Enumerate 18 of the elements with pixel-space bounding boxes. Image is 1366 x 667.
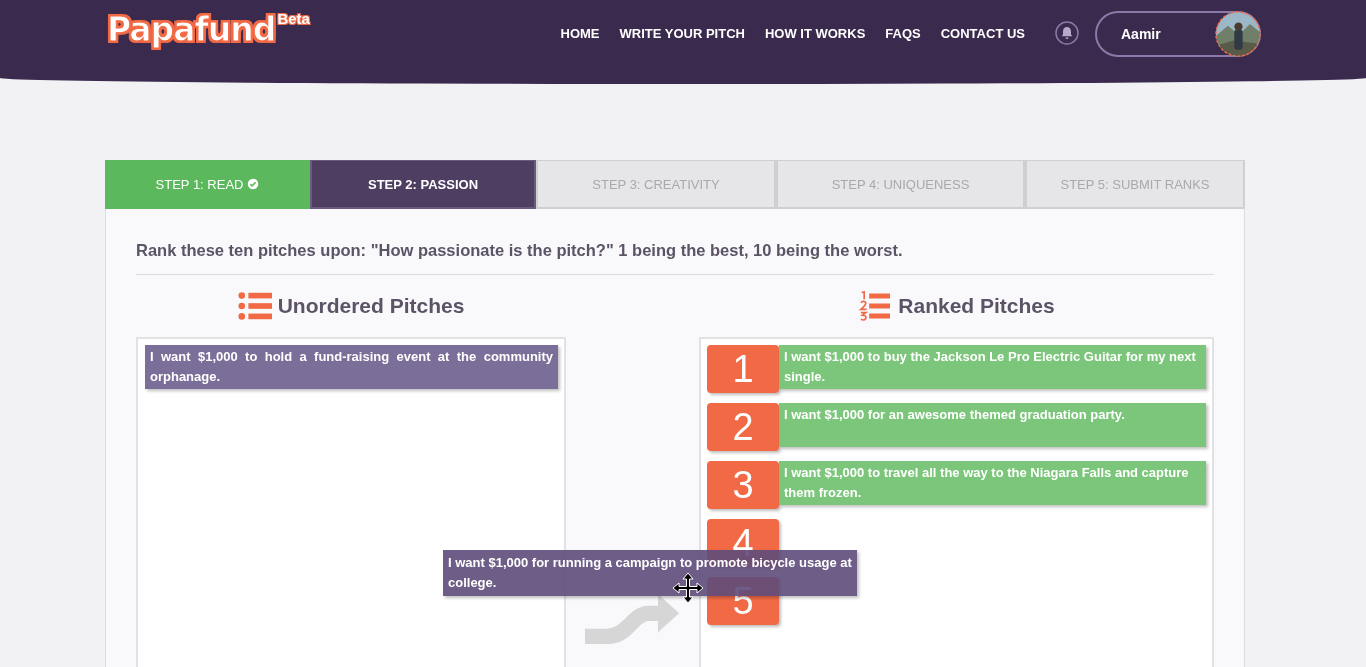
nav-link[interactable]: HOME [560, 25, 600, 41]
step-tab[interactable]: STEP 2: PASSION [310, 160, 536, 209]
dragged-pitch-card[interactable]: I want $1,000 for running a campaign to promote bicycle usage at college. [443, 550, 857, 596]
nav-link[interactable]: HOW IT WORKS [764, 25, 866, 41]
logo-superscript: Beta [277, 9, 310, 27]
column-title: Unordered Pitches [277, 294, 465, 318]
column-title: Ranked Pitches [898, 294, 1055, 318]
instruction-text: Rank these ten pitches upon: "How passionate is the pitch?" 1 being the best, 10 being the worst. [136, 240, 904, 261]
user-name: Aamir [1121, 26, 1161, 42]
nav-link[interactable]: FAQS [885, 25, 921, 41]
user-menu[interactable]: Aamir [1095, 11, 1261, 57]
rank-number: 1 [707, 345, 779, 393]
rank-number: 2 [707, 403, 779, 451]
pitch-card[interactable]: I want $1,000 to hold a fund-raising event at the community orphanage. [145, 345, 558, 389]
nav-link[interactable]: CONTACT US [940, 25, 1025, 41]
nav-link[interactable]: WRITE YOUR PITCH [619, 25, 745, 41]
logo[interactable]: Papafund [107, 9, 276, 49]
rank-number: 3 [707, 461, 779, 509]
